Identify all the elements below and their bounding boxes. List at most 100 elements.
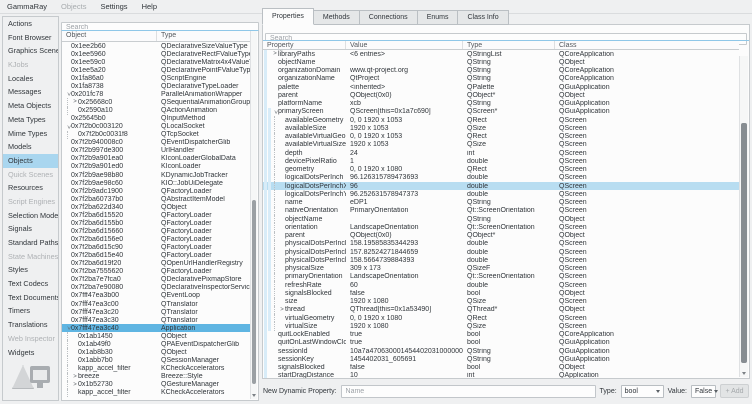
tree-row[interactable]: 0x7f2b9a901ed0KIconLoader (62, 163, 251, 171)
tree-row[interactable]: 0x7f2b9ae98b80KDynamicJobTracker (62, 171, 251, 179)
property-row[interactable]: nativeOrientationPrimaryOrientationQt::S… (263, 207, 739, 215)
tree-row[interactable]: 0x25645b0QInputMethod (62, 115, 251, 123)
sidebar-item-objects[interactable]: Objects (3, 154, 58, 168)
tree-row[interactable]: 0x7f2ba6d15e40QFactoryLoader (62, 252, 251, 260)
property-row[interactable]: platformNamexcbQStringQGuiApplication (263, 100, 739, 108)
scrollbar-thumb[interactable] (252, 200, 256, 384)
property-row[interactable]: logicalDotsPerInchX96doubleQScreen (263, 182, 739, 190)
property-row[interactable]: sessionKey1454402031_605691QStringQGuiAp… (263, 355, 739, 363)
tree-row[interactable]: 0x1ab1450QObject (62, 332, 251, 340)
sidebar-item-meta-types[interactable]: Meta Types (3, 113, 58, 127)
property-row[interactable]: quitLockEnabledtrueboolQCoreApplication (263, 331, 739, 339)
sidebar-item-meta-objects[interactable]: Meta Objects (3, 99, 58, 113)
tab-connections[interactable]: Connections (360, 10, 418, 25)
property-row[interactable]: logicalDotsPerInch96.126315789473693doub… (263, 174, 739, 182)
add-property-button[interactable]: + Add (720, 384, 749, 398)
tree-row[interactable]: 0x1ee5960QDeclarativeRectFValueType (62, 50, 251, 58)
tree-row[interactable]: >0x1b52730QGestureManager (62, 381, 251, 389)
tree-row[interactable]: 0x7f2ba6d15660QFactoryLoader (62, 227, 251, 235)
tab-enums[interactable]: Enums (418, 10, 459, 25)
column-header-property[interactable]: Property (263, 41, 346, 49)
tree-row[interactable]: 0x1ee59c0QDeclarativeMatrix4x4ValueType (62, 58, 251, 66)
property-row[interactable]: size1920 x 1080QSizeQScreen (263, 298, 739, 306)
menu-gammaray[interactable]: GammaRay (0, 0, 54, 13)
tree-row[interactable]: 0x7f2ba6d155b0QFactoryLoader (62, 219, 251, 227)
tree-row[interactable]: 0x1fa8738QDeclarativeTypeLoader (62, 82, 251, 90)
sidebar-item-translations[interactable]: Translations (3, 318, 58, 332)
tree-row[interactable]: >breezeBreeze::Style (62, 373, 251, 381)
sidebar-item-resources[interactable]: Resources (3, 181, 58, 195)
sidebar-item-locales[interactable]: Locales (3, 72, 58, 86)
properties-scrollbar[interactable] (739, 56, 748, 377)
tree-row[interactable]: 0x7f2ba7e7fca0QDeclarativePixmapStore (62, 276, 251, 284)
property-row[interactable]: >primaryScreenQScreen[this=0x1a7c690]QSc… (263, 108, 739, 116)
property-row[interactable]: virtualSize1920 x 1080QSizeQScreen (263, 322, 739, 330)
column-header-type[interactable]: Type (157, 31, 251, 41)
property-row[interactable]: devicePixelRatio1doubleQScreen (263, 157, 739, 165)
tree-row[interactable]: 0x7fff47ea3b00QEventLoop (62, 292, 251, 300)
sidebar-item-messages[interactable]: Messages (3, 85, 58, 99)
property-row[interactable]: palette<inherited>QPaletteQGuiApplicatio… (263, 83, 739, 91)
tab-methods[interactable]: Methods (314, 10, 360, 25)
expander-expanded-icon[interactable]: > (65, 325, 71, 331)
sidebar-item-text-codecs[interactable]: Text Codecs (3, 277, 58, 291)
property-row[interactable]: orientationLandscapeOrientationQt::Scree… (263, 223, 739, 231)
sidebar-item-actions[interactable]: Actions (3, 17, 58, 31)
sidebar-item-font-browser[interactable]: Font Browser (3, 31, 58, 45)
object-tree-scrollbar[interactable] (250, 31, 257, 399)
sidebar-item-timers[interactable]: Timers (3, 304, 58, 318)
column-header-class[interactable]: Class (555, 41, 739, 49)
tree-row[interactable]: 0x1ab49f0QPAEventDispatcherGlib (62, 340, 251, 348)
property-row[interactable]: organizationNameQtProjectQStringQCoreApp… (263, 75, 739, 83)
property-row[interactable]: quitOnLastWindowClosedtrueboolQGuiApplic… (263, 339, 739, 347)
property-row[interactable]: geometry0, 0 1920 x 1080QRectQScreen (263, 166, 739, 174)
column-header-object[interactable]: Object (62, 31, 157, 41)
value-select[interactable]: False (691, 385, 716, 398)
property-row[interactable]: availableVirtualGeometry0, 0 1920 x 1053… (263, 133, 739, 141)
tree-row[interactable]: 0x7f2b940008c0QEventDispatcherGlib (62, 139, 251, 147)
tree-row[interactable]: 0x1abb7b0QSessionManager (62, 356, 251, 364)
tree-row[interactable]: 0x7f2b9adc1900QFactoryLoader (62, 187, 251, 195)
sidebar-item-models[interactable]: Models (3, 140, 58, 154)
tree-row[interactable]: 0x7f2ba6d15c90QFactoryLoader (62, 244, 251, 252)
tree-row[interactable]: 0x1ee2b60QDeclarativeSizeValueType (62, 42, 251, 50)
menu-settings[interactable]: Settings (93, 0, 134, 13)
type-select[interactable]: bool (621, 385, 664, 398)
tree-row[interactable]: >0x7fff47ea3c40Application (62, 324, 251, 332)
scrollbar-thumb[interactable] (741, 123, 747, 363)
property-row[interactable]: startDragDistance10intQApplication (263, 372, 739, 378)
property-row[interactable]: signalsBlockedfalseboolQObject (263, 364, 739, 372)
property-row[interactable]: sessionId10a7a47063000145440203100000001… (263, 347, 739, 355)
property-row[interactable]: objectNameQStringQObject (263, 215, 739, 223)
property-row[interactable]: availableGeometry0, 0 1920 x 1053QRectQS… (263, 116, 739, 124)
property-row[interactable]: logicalDotsPerInchY96.252631578947373dou… (263, 190, 739, 198)
scroll-up-icon[interactable] (251, 31, 257, 39)
tree-row[interactable]: 0x7fff47ea3c00QTranslator (62, 300, 251, 308)
property-row[interactable]: physicalDotsPerInchX157.82524271844659do… (263, 248, 739, 256)
property-row[interactable]: refreshRate60doubleQScreen (263, 281, 739, 289)
sidebar-item-text-documents[interactable]: Text Documents (3, 291, 58, 305)
menu-help[interactable]: Help (135, 0, 164, 13)
property-row[interactable]: >threadQThread[this=0x1a53490]QThread*QO… (263, 306, 739, 314)
tree-row[interactable]: >0x201fc78ParallelAnimationWrapper (62, 90, 251, 98)
tree-row[interactable]: 0x7fff47ea3c20QTranslator (62, 308, 251, 316)
property-row[interactable]: >libraryPaths<6 entries>QStringListQCore… (263, 50, 739, 58)
property-row[interactable]: primaryOrientationLandscapeOrientationQt… (263, 273, 739, 281)
column-header-type[interactable]: Type (463, 41, 555, 49)
expander-expanded-icon[interactable]: > (65, 124, 71, 130)
property-row[interactable]: physicalSize309 x 173QSizeFQScreen (263, 265, 739, 273)
sidebar-item-mime-types[interactable]: Mime Types (3, 127, 58, 141)
property-row[interactable]: objectNameQStringQObject (263, 58, 739, 66)
sidebar-item-standard-paths[interactable]: Standard Paths (3, 236, 58, 250)
tree-row[interactable]: 0x7f2ba6d15520QFactoryLoader (62, 211, 251, 219)
tree-row[interactable]: 0x2590a10QActionAnimation (62, 107, 251, 115)
expander-expanded-icon[interactable]: > (272, 109, 278, 115)
sidebar-item-selection-models[interactable]: Selection Models (3, 209, 58, 223)
tree-row[interactable]: kapp_accel_filterKCheckAccelerators (62, 365, 251, 373)
tree-row[interactable]: 0x7f2b9a901ea0KIconLoaderGlobalData (62, 155, 251, 163)
tree-row[interactable]: 0x7f2ba7e90080QDeclarativeInspectorServi… (62, 284, 251, 292)
tree-row[interactable]: kapp_accel_filterKCheckAccelerators (62, 389, 251, 397)
tree-row[interactable]: 0x7fff47ea3c30QTranslator (62, 316, 251, 324)
scroll-down-icon[interactable] (251, 391, 257, 399)
property-row[interactable]: physicalDotsPerInchY158.5664739884393dou… (263, 256, 739, 264)
